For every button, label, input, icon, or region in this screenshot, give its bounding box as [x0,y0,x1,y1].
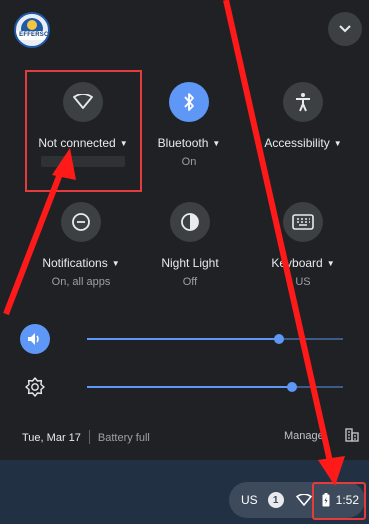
notifications-label[interactable]: Notifications ▼ [21,256,141,270]
manage-button[interactable]: Manage [284,430,324,442]
avatar-sun [27,20,37,30]
keyboard-icon [292,214,314,230]
caret-down-icon: ▼ [212,139,221,148]
night-light-tile[interactable]: Night Light Off [130,202,250,289]
date-text[interactable]: Tue, Mar 17 [22,432,81,444]
notification-count-badge: 1 [267,492,284,508]
volume-slider-thumb[interactable] [274,334,284,344]
accessibility-icon [296,93,310,112]
avatar-text: EFFERSO [16,31,48,40]
caret-down-icon: ▼ [326,259,335,268]
brightness-row [20,372,350,402]
quick-settings-panel: EFFERSO Not connected ▼ Bluetooth ▼ On A… [0,0,369,460]
night-light-label-text: Night Light [161,256,219,270]
brightness-slider-thumb[interactable] [287,382,297,392]
wifi-icon [295,494,312,506]
user-avatar[interactable]: EFFERSO [14,12,50,48]
night-light-label[interactable]: Night Light [130,256,250,270]
caret-down-icon: ▼ [111,259,120,268]
keyboard-toggle[interactable] [283,202,323,242]
notifications-toggle[interactable] [61,202,101,242]
night-light-toggle[interactable] [170,202,210,242]
night-light-icon [181,213,199,231]
brightness-fill [87,386,292,388]
ime-indicator: US [241,493,258,507]
notifications-status: On, all apps [51,276,111,288]
brightness-icon [25,377,45,397]
keyboard-label-text: Keyboard [271,256,323,270]
notifications-label-text: Notifications [42,256,108,270]
bluetooth-icon [184,93,194,111]
brightness-button [20,372,50,402]
status-footer: Tue, Mar 17 Battery full [22,430,150,444]
annotation-highlight-box [312,482,366,520]
bluetooth-tile[interactable]: Bluetooth ▼ On [129,82,249,169]
bluetooth-label-text: Bluetooth [157,136,209,150]
bluetooth-label[interactable]: Bluetooth ▼ [129,136,249,150]
volume-fill [87,338,279,340]
keyboard-label[interactable]: Keyboard ▼ [243,256,363,270]
accessibility-label-text: Accessibility [264,136,330,150]
mute-button[interactable] [20,324,50,354]
keyboard-layout: US [295,276,311,288]
accessibility-status [243,156,363,169]
footer-divider [88,430,90,444]
managed-building-icon[interactable] [345,428,359,442]
accessibility-tile[interactable]: Accessibility ▼ [243,82,363,169]
caret-down-icon: ▼ [333,139,342,148]
notifications-tile[interactable]: Notifications ▼ On, all apps [21,202,141,289]
do-not-disturb-icon [72,213,90,231]
bluetooth-toggle[interactable] [169,82,209,122]
annotation-highlight-box [25,70,142,192]
chevron-down-icon [339,25,351,33]
collapse-button[interactable] [328,12,362,46]
accessibility-label[interactable]: Accessibility ▼ [243,136,363,150]
keyboard-tile[interactable]: Keyboard ▼ US [243,202,363,289]
volume-row [20,324,350,354]
battery-status: Battery full [97,432,150,444]
night-light-status: Off [182,276,198,288]
bluetooth-status: On [181,156,197,168]
accessibility-toggle[interactable] [283,82,323,122]
volume-icon [28,333,39,345]
